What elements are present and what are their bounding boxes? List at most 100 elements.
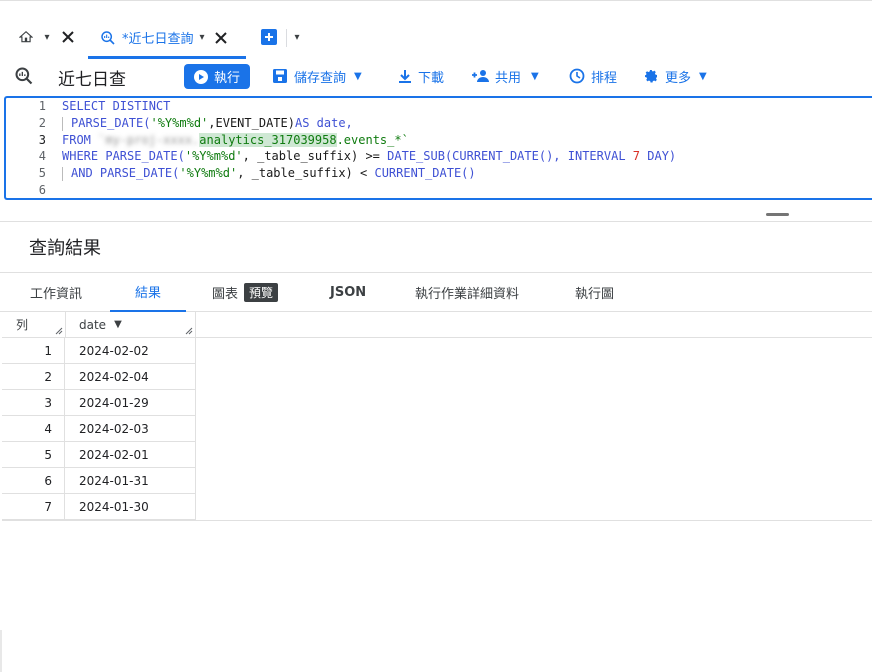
active-tab-label: *近七日查詢: [122, 32, 194, 47]
table-row[interactable]: 1 2024-02-02: [2, 338, 196, 364]
code-line-1: SELECT DISTINCT: [62, 99, 170, 113]
tab-chart[interactable]: 圖表 預覽: [212, 273, 279, 312]
more-menu-caret: ▼: [699, 70, 707, 82]
code-function: PARSE_DATE(: [105, 149, 185, 163]
code-text: , _table_suffix) <: [237, 166, 375, 180]
column-header-row: 列: [2, 312, 66, 338]
table-suffix: .events_*`: [336, 133, 409, 147]
date-cell[interactable]: 2024-02-01: [66, 442, 196, 468]
code-text: ,EVENT_DATE): [208, 116, 295, 130]
row-number: 4: [2, 416, 65, 442]
date-cell[interactable]: 2024-02-03: [66, 416, 196, 442]
date-cell[interactable]: 2024-01-30: [66, 494, 196, 520]
tab-job-info[interactable]: 工作資訊: [30, 273, 82, 312]
line-number: 2: [38, 116, 46, 130]
code-line-3: FROM `my-proj-xxxx.analytics_317039958.e…: [62, 133, 409, 147]
tab-query-active[interactable]: *近七日查詢 ▾: [88, 19, 246, 59]
code-keyword: SELECT DISTINCT: [62, 99, 171, 113]
table-row[interactable]: 5 2024-02-01: [2, 442, 196, 468]
redacted-project-id: `my-proj-xxxx.: [98, 133, 200, 147]
sql-editor[interactable]: 1 2 3 4 5 6 SELECT DISTINCT PARSE_DATE('…: [4, 96, 872, 200]
line-number: 4: [38, 149, 46, 163]
code-string: '%Y%m%d': [179, 166, 238, 180]
date-cell[interactable]: 2024-01-29: [66, 390, 196, 416]
row-column-header: 列: [16, 318, 29, 332]
code-keyword: WHERE: [62, 149, 99, 163]
date-cell[interactable]: 2024-02-02: [66, 338, 196, 364]
query-icon: [14, 66, 34, 86]
code-function: DATE_SUB(CURRENT_DATE(),: [387, 149, 561, 163]
table-row[interactable]: 7 2024-01-30: [2, 494, 196, 520]
play-icon: [193, 69, 208, 84]
more-button[interactable]: 更多 ▼: [643, 62, 707, 90]
code-function: PARSE_DATE(: [71, 116, 151, 130]
indent-guide: [62, 166, 63, 181]
run-label: 執行: [213, 71, 240, 86]
share-menu-caret: ▼: [531, 70, 539, 82]
close-home-tab-icon[interactable]: [58, 27, 78, 47]
sort-menu-icon[interactable]: ▼: [114, 319, 122, 330]
row-number: 2: [2, 364, 65, 390]
tab-execution-graph[interactable]: 執行圖: [575, 273, 614, 312]
save-menu-caret: ▼: [354, 70, 362, 82]
save-query-button[interactable]: 儲存查詢 ▼: [272, 62, 362, 90]
query-toolbar: 近七日查 執行 儲存查詢 ▼ 下載 共用 ▼ 排程 更多 ▼: [0, 62, 872, 94]
close-tab-icon[interactable]: [214, 31, 227, 44]
code-line-2: PARSE_DATE('%Y%m%d',EVENT_DATE)AS date,: [62, 116, 353, 131]
date-cell[interactable]: 2024-02-04: [66, 364, 196, 390]
code-keyword: INTERVAL: [560, 149, 626, 163]
row-number: 7: [2, 494, 65, 520]
tab-menu-caret[interactable]: ▾: [200, 32, 205, 43]
gear-icon: [645, 70, 657, 83]
results-title: 查詢結果: [29, 238, 101, 259]
line-number: 5: [38, 166, 46, 180]
line-number: 1: [38, 99, 46, 113]
column-resize-icon[interactable]: [55, 327, 63, 335]
tab-execution-details[interactable]: 執行作業詳細資料: [415, 273, 519, 312]
schedule-button[interactable]: 排程: [569, 62, 617, 90]
tab-chart-label: 圖表: [212, 287, 239, 302]
table-row[interactable]: 6 2024-01-31: [2, 468, 196, 494]
code-keyword: AND: [71, 166, 93, 180]
code-function: PARSE_DATE(: [92, 166, 180, 180]
share-button[interactable]: 共用 ▼: [471, 62, 539, 90]
table-row[interactable]: 2 2024-02-04: [2, 364, 196, 390]
home-icon[interactable]: [16, 27, 36, 47]
tab-json[interactable]: JSON: [330, 273, 366, 312]
code-string: '%Y%m%d': [184, 149, 243, 163]
share-label: 共用: [495, 70, 522, 86]
preview-badge: 預覽: [244, 283, 279, 302]
dataset-name: analytics_317039958: [199, 133, 337, 147]
line-number: 3: [38, 133, 46, 147]
run-button[interactable]: 執行: [184, 64, 250, 89]
code-keyword: AS: [294, 116, 310, 130]
code-text: , _table_suffix) >=: [242, 149, 388, 163]
date-cell[interactable]: 2024-01-31: [66, 468, 196, 494]
code-string: '%Y%m%d': [150, 116, 209, 130]
code-number: 7: [625, 149, 641, 163]
schedule-label: 排程: [591, 70, 618, 86]
date-column-label: date: [79, 317, 107, 332]
new-tab-menu-caret[interactable]: ▾: [290, 27, 304, 47]
more-label: 更多: [665, 70, 692, 86]
tab-bar: ▾ *近七日查詢 ▾ ▾: [0, 0, 872, 62]
table-row[interactable]: 3 2024-01-29: [2, 390, 196, 416]
new-tab-plus-icon[interactable]: [260, 27, 278, 47]
table-row[interactable]: 4 2024-02-03: [2, 416, 196, 442]
date-column-header[interactable]: date ▼: [66, 312, 196, 338]
save-query-label: 儲存查詢: [294, 70, 347, 86]
code-alias: date,: [309, 116, 353, 130]
resize-drag-handle[interactable]: [766, 213, 789, 216]
add-person-icon: [472, 70, 489, 82]
download-label: 下載: [418, 70, 445, 86]
row-number: 6: [2, 468, 65, 494]
tab-results[interactable]: 結果: [110, 273, 186, 312]
tab-separator: [286, 29, 287, 47]
column-resize-icon[interactable]: [185, 327, 193, 335]
home-menu-caret[interactable]: ▾: [40, 27, 54, 47]
editor-results-divider: [0, 200, 872, 222]
query-tab-icon: [100, 30, 116, 46]
save-icon: [273, 69, 287, 83]
download-button[interactable]: 下載: [398, 62, 444, 90]
query-title[interactable]: 近七日查: [58, 65, 126, 90]
